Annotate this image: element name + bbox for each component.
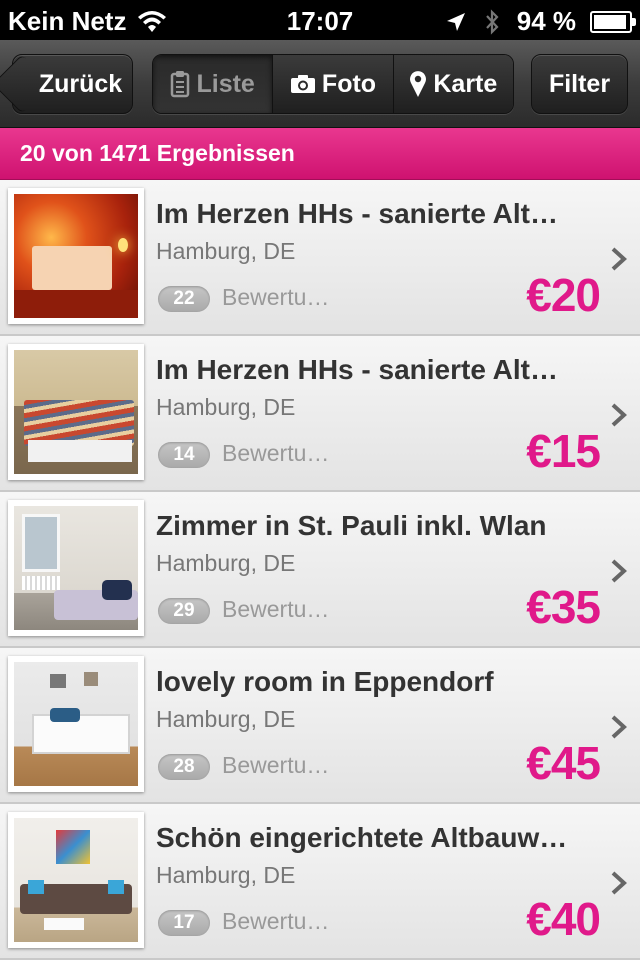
tab-liste-label: Liste: [196, 69, 255, 98]
listing-thumbnail: [8, 812, 144, 948]
view-mode-segmented-control: Liste Foto Karte: [152, 54, 514, 114]
listing-row[interactable]: Schön eingerichtete Altbauw… Hamburg, DE…: [0, 804, 640, 960]
chevron-right-icon: [611, 247, 627, 271]
photo-white-bed-room: [14, 662, 138, 786]
table-shape: [44, 918, 84, 930]
picture-frame-shape: [84, 672, 98, 686]
navigation-bar: Zurück Liste Foto Karte Filter: [0, 40, 640, 128]
listing-list: Im Herzen HHs - sanierte Alt… Hamburg, D…: [0, 180, 640, 960]
map-pin-icon: [410, 71, 427, 97]
photo-living-room-sofa: [14, 818, 138, 942]
picture-frame-shape: [50, 674, 66, 688]
listing-location: Hamburg, DE: [156, 394, 296, 420]
result-count-bar: 20 von 1471 Ergebnissen: [0, 128, 640, 180]
listing-row[interactable]: lovely room in Eppendorf Hamburg, DE 28 …: [0, 648, 640, 804]
bed-shape: [32, 714, 130, 754]
review-count-badge: 14: [158, 442, 210, 468]
review-count-badge: 29: [158, 598, 210, 624]
listing-location: Hamburg, DE: [156, 706, 296, 732]
chevron-right-icon: [611, 403, 627, 427]
listing-thumbnail: [8, 500, 144, 636]
bed-base-shape: [28, 440, 132, 462]
listing-price: €20: [526, 269, 601, 321]
pillow-shape: [50, 708, 80, 722]
tab-karte[interactable]: Karte: [392, 55, 513, 113]
cushion-shape: [28, 880, 44, 894]
review-count-badge: 22: [158, 286, 210, 312]
listing-thumbnail: [8, 188, 144, 324]
listing-title: Im Herzen HHs - sanierte Alt…: [156, 354, 558, 385]
filter-button[interactable]: Filter: [531, 54, 628, 114]
status-bar: Kein Netz 17:07 94 %: [0, 0, 640, 40]
window-shape: [22, 514, 60, 572]
photo-room-with-window: [14, 506, 138, 630]
listing-price: €45: [526, 737, 601, 789]
radiator-shape: [22, 576, 60, 590]
review-count-badge: 28: [158, 754, 210, 780]
listing-location: Hamburg, DE: [156, 550, 296, 576]
photo-bedroom-striped-duvet: [14, 350, 138, 474]
tab-karte-label: Karte: [433, 69, 498, 98]
listing-row[interactable]: Im Herzen HHs - sanierte Alt… Hamburg, D…: [0, 180, 640, 336]
chevron-right-icon: [611, 559, 627, 583]
camera-icon: [290, 75, 315, 93]
tab-foto-label: Foto: [321, 69, 377, 98]
chevron-right-icon: [611, 715, 627, 739]
back-button[interactable]: Zurück: [0, 54, 133, 114]
cushion-shape: [108, 880, 124, 894]
listing-title: Zimmer in St. Pauli inkl. Wlan: [156, 510, 547, 541]
result-count: 20 von 1471 Ergebnissen: [20, 140, 295, 166]
listing-title: lovely room in Eppendorf: [156, 666, 494, 697]
reviews-label: Bewertu…: [222, 284, 330, 310]
listing-price: €15: [526, 425, 601, 477]
back-button-label: Zurück: [38, 69, 123, 98]
listing-thumbnail: [8, 344, 144, 480]
reviews-label: Bewertu…: [222, 440, 330, 466]
reviews-label: Bewertu…: [222, 752, 330, 778]
battery-fill: [594, 14, 626, 29]
bluetooth-icon: [485, 8, 499, 35]
listing-title: Schön eingerichtete Altbauw…: [156, 822, 568, 853]
listing-row[interactable]: Zimmer in St. Pauli inkl. Wlan Hamburg, …: [0, 492, 640, 648]
artwork-shape: [56, 830, 90, 864]
location-arrow-icon: [446, 12, 465, 31]
listing-price: €35: [526, 581, 601, 633]
chevron-right-icon: [611, 871, 627, 895]
tab-liste[interactable]: Liste: [153, 55, 273, 113]
listing-location: Hamburg, DE: [156, 862, 296, 888]
listing-location: Hamburg, DE: [156, 238, 296, 264]
bed-shape: [32, 246, 112, 290]
battery-percent: 94 %: [516, 6, 576, 36]
reviews-label: Bewertu…: [222, 908, 330, 934]
photo-red-lit-bedroom: [14, 194, 138, 318]
listing-title: Im Herzen HHs - sanierte Alt…: [156, 198, 558, 229]
lamp-shape: [118, 238, 128, 252]
review-count-badge: 17: [158, 910, 210, 936]
listing-thumbnail: [8, 656, 144, 792]
tab-foto[interactable]: Foto: [272, 55, 393, 113]
battery-icon: [590, 10, 636, 33]
floor-shape: [14, 290, 138, 318]
pillow-shape: [102, 580, 132, 600]
reviews-label: Bewertu…: [222, 596, 330, 622]
listing-price: €40: [526, 893, 601, 945]
status-right: 94 %: [445, 6, 636, 37]
clipboard-icon: [171, 71, 190, 98]
listing-row[interactable]: Im Herzen HHs - sanierte Alt… Hamburg, D…: [0, 336, 640, 492]
